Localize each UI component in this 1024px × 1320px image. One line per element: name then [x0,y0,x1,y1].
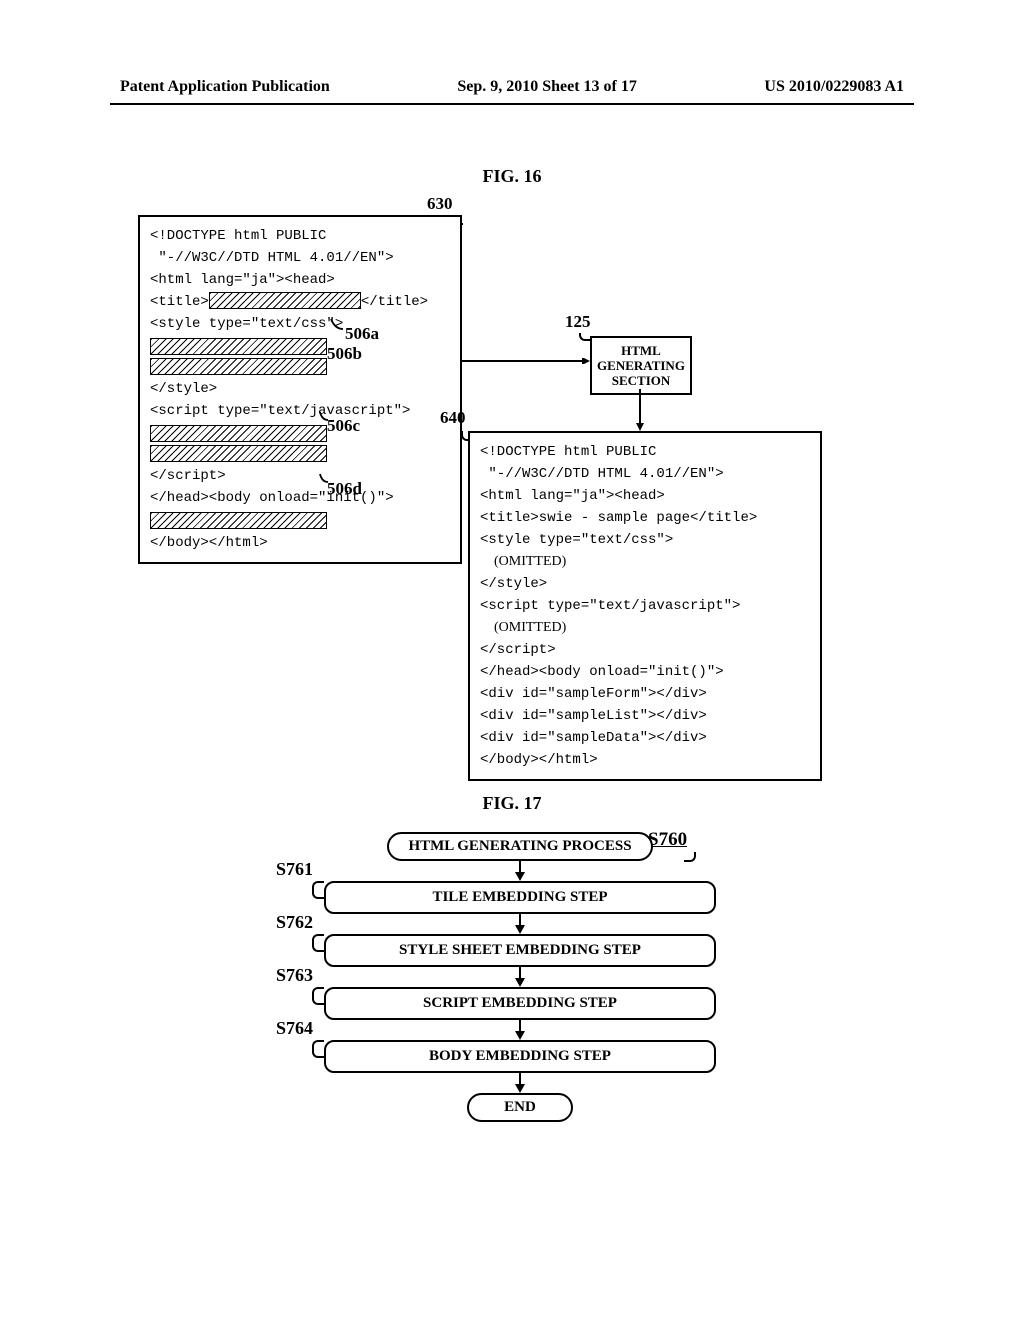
hook-s762 [312,934,324,952]
hatch-506d [150,512,327,529]
label-s763: S763 [276,965,313,986]
code-line: <html lang="ja"><head> [150,269,450,291]
box-line3: SECTION [592,373,690,388]
code-line: (OMITTED) [494,617,810,639]
flowchart: HTML GENERATING PROCESS S761 TILE EMBEDD… [280,832,760,1122]
code-line: </scr​ipt> [480,639,810,661]
ref-640: 640 [440,408,466,428]
code-line: </head><body onload="init()"> [480,661,810,683]
fig17-title: FIG. 17 [452,793,572,814]
hook-s761 [312,881,324,899]
code-line: <title>swie - sample page</title> [480,507,810,529]
hatch-506b [150,358,327,375]
step-script-embedding: SCRIPT EMBEDDING STEP [324,987,716,1020]
code-line: (OMITTED) [494,551,810,573]
code-line: <div id="sampleData"></div> [480,727,810,749]
header-rule [110,103,914,105]
code-line: </body></html> [150,532,450,554]
html-generating-section-box: HTML GENERATING SECTION [590,336,692,395]
hook-506c [316,410,336,424]
code-line: <style type="text/css"> [150,313,450,335]
code-line: <script type="text/javascript"> [150,400,450,422]
fig16-title: FIG. 16 [452,166,572,187]
header-right: US 2010/0229083 A1 [764,78,904,96]
header-center: Sep. 9, 2010 Sheet 13 of 17 [457,78,637,96]
label-s764: S764 [276,1018,313,1039]
label-s762: S762 [276,912,313,933]
code-line: <div id="sampleForm"></div> [480,683,810,705]
hook-506d [316,472,336,486]
code-line: </style> [480,573,810,595]
header-left: Patent Application Publication [120,78,330,96]
ref-506b: 506b [327,344,362,364]
hook-s764 [312,1040,324,1058]
hatch-506c [150,445,327,462]
ref-125: 125 [565,312,591,332]
arrow-630-to-box [460,358,592,364]
arrow-box-to-640 [635,389,645,433]
code-line: </body></html> [480,749,810,771]
code-line: "-//W3C//DTD HTML 4.01//EN"> [150,247,450,269]
code-line: <!DOCTYPE html PUBLIC [480,441,810,463]
code-line: </scr​ipt> [150,465,450,487]
hook-506a [325,317,355,335]
code-line: <div id="sampleList"></div> [480,705,810,727]
code-line: "-//W3C//DTD HTML 4.01//EN"> [480,463,810,485]
code-box-640: <!DOCTYPE html PUBLIC "-//W3C//DTD HTML … [468,431,822,781]
hook-s763 [312,987,324,1005]
label-s761: S761 [276,859,313,880]
step-body-embedding: BODY EMBEDDING STEP [324,1040,716,1073]
code-line: <style type="text/css"> [480,529,810,551]
step-tile-embedding: TILE EMBEDDING STEP [324,881,716,914]
code-line: <title></title> [150,291,450,313]
code-line: <html lang="ja"><head> [480,485,810,507]
ref-630: 630 [427,194,453,214]
hatch-506a [150,338,327,355]
flow-start: HTML GENERATING PROCESS [387,832,653,861]
box-line1: HTML [592,343,690,358]
code-line: <script type="text/javascript"> [480,595,810,617]
box-line2: GENERATING [592,358,690,373]
code-line: </style> [150,378,450,400]
hatch-row [150,425,327,442]
flow-end: END [467,1093,573,1122]
code-line: </head><body onload="init()"> [150,487,450,509]
code-line: <!DOCTYPE html PUBLIC [150,225,450,247]
code-box-630: <!DOCTYPE html PUBLIC "-//W3C//DTD HTML … [138,215,462,564]
page-header: Patent Application Publication Sep. 9, 2… [120,78,904,96]
step-stylesheet-embedding: STYLE SHEET EMBEDDING STEP [324,934,716,967]
